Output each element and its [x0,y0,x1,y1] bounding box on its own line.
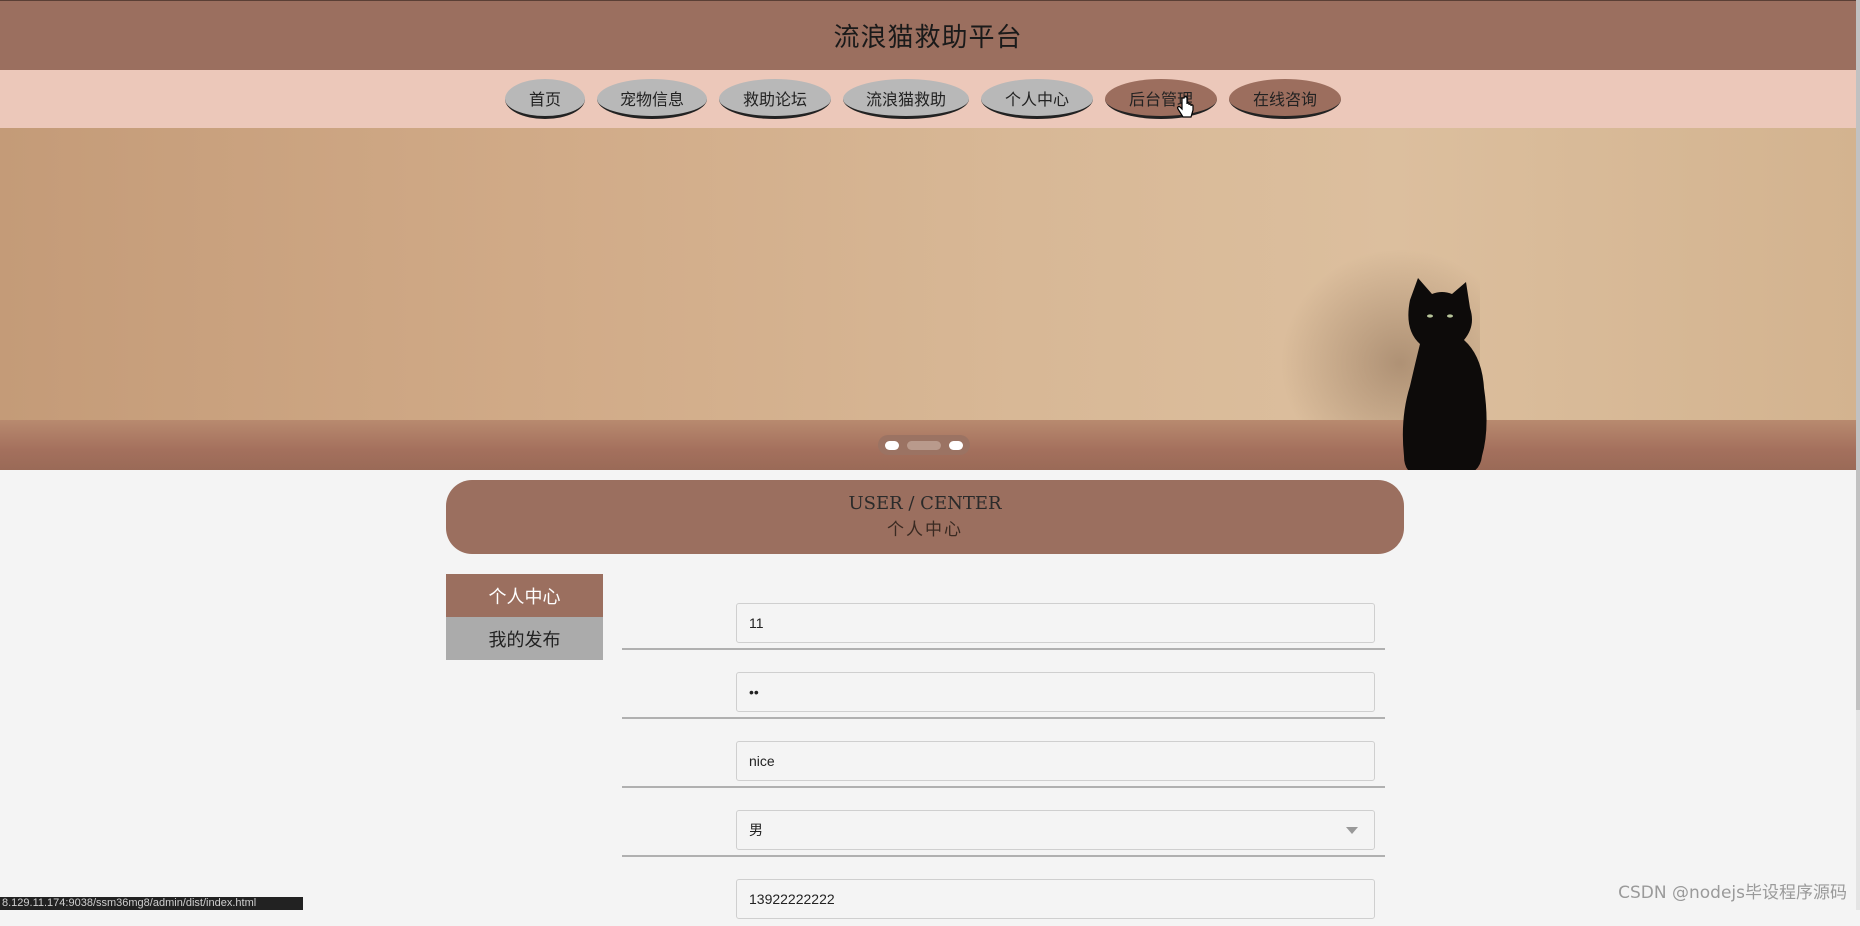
status-url: 8.129.11.174:9038/ssm36mg8/admin/dist/in… [0,897,303,910]
watermark: CSDN @nodejs毕设程序源码 [1618,883,1847,903]
carousel-dot-3[interactable] [949,440,963,450]
nav-rescue-forum[interactable]: 救助论坛 [719,79,831,119]
nickname-input[interactable]: nice [736,741,1375,781]
nav-home[interactable]: 首页 [505,79,585,119]
site-title: 流浪猫救助平台 [833,23,1023,53]
phone-input[interactable]: 13922222222 [736,879,1375,919]
side-item-my-posts[interactable]: 我的发布 [446,617,603,660]
form-row-account: 账号 11 [622,595,1385,650]
carousel-dot-2[interactable] [907,440,941,450]
section-title-zh: 个人中心 [887,520,963,540]
black-cat-image [1402,278,1487,470]
scrollbar-thumb[interactable] [1856,0,1860,710]
hero-banner [0,128,1856,470]
chevron-down-icon [1346,827,1358,834]
carousel-indicators [878,435,970,455]
nav-pet-info[interactable]: 宠物信息 [597,79,707,119]
hand-pointer-icon [1176,96,1194,124]
carousel-dot-1[interactable] [885,440,899,450]
form-row-nickname: 昵称 nice [622,733,1385,788]
section-title-en: USER / CENTER [848,493,1002,514]
nav-personal-center[interactable]: 个人中心 [981,79,1093,119]
site-header: 流浪猫救助平台 [0,0,1856,70]
form-row-phone: 手机 13922222222 [622,871,1385,926]
gender-select[interactable]: 男 [736,810,1375,850]
nav-stray-cat-rescue[interactable]: 流浪猫救助 [843,79,969,119]
gender-value: 男 [749,822,763,838]
section-header: USER / CENTER 个人中心 [446,480,1404,554]
main-nav: 首页 宠物信息 救助论坛 流浪猫救助 个人中心 后台管理 在线咨询 [0,70,1856,128]
side-menu: 个人中心 我的发布 [446,574,603,660]
nav-admin[interactable]: 后台管理 [1105,79,1217,119]
form-row-gender: 性别 男 [622,802,1385,857]
password-input[interactable]: •• [736,672,1375,712]
nav-online-consult[interactable]: 在线咨询 [1229,79,1341,119]
form-row-password: 密码 •• [622,664,1385,719]
account-input[interactable]: 11 [736,603,1375,643]
side-item-personal-center[interactable]: 个人中心 [446,574,603,617]
